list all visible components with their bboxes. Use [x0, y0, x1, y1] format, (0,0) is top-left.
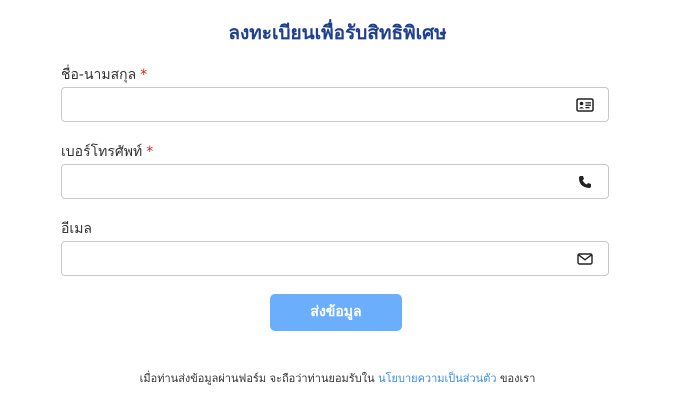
required-mark: * — [140, 67, 148, 83]
email-input[interactable] — [62, 242, 562, 275]
privacy-notice-suffix: ของเรา — [500, 372, 536, 385]
mail-icon — [576, 250, 594, 268]
id-card-icon — [576, 96, 594, 114]
name-label-text: ชื่อ-นามสกุล — [61, 67, 137, 83]
name-field[interactable] — [61, 87, 609, 122]
email-field[interactable] — [61, 241, 609, 276]
email-field-label: อีเมล — [61, 220, 92, 238]
phone-label-text: เบอร์โทรศัพท์ — [61, 144, 143, 160]
phone-field[interactable] — [61, 164, 609, 199]
name-field-label: ชื่อ-นามสกุล * — [61, 66, 147, 84]
phone-input[interactable] — [62, 165, 562, 198]
required-mark: * — [146, 144, 154, 160]
privacy-notice-text: เมื่อท่านส่งข้อมูลผ่านฟอร์ม จะถือว่าท่าน… — [139, 372, 375, 385]
name-input[interactable] — [62, 88, 562, 121]
phone-icon — [576, 173, 594, 191]
email-label-text: อีเมล — [61, 221, 93, 237]
submit-button[interactable]: ส่งข้อมูล — [270, 294, 402, 331]
phone-field-label: เบอร์โทรศัพท์ * — [61, 143, 153, 161]
privacy-policy-link[interactable]: นโยบายความเป็นส่วนตัว — [378, 372, 496, 385]
form-title: ลงทะเบียนเพื่อรับสิทธิพิเศษ — [228, 22, 447, 44]
privacy-notice: เมื่อท่านส่งข้อมูลผ่านฟอร์ม จะถือว่าท่าน… — [0, 371, 675, 387]
